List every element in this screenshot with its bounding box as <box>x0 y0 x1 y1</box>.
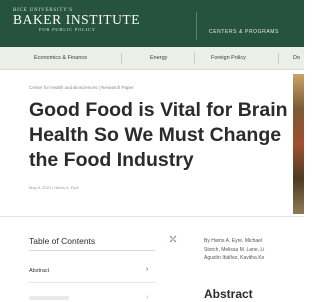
toc-item-truncated[interactable] <box>29 296 69 300</box>
site-logo[interactable]: RICE UNIVERSITY'S BAKER INSTITUTE FOR PU… <box>13 8 140 32</box>
chevron-right-icon[interactable]: › <box>146 266 148 273</box>
nav-item-energy[interactable]: Energy <box>150 55 167 61</box>
nav-separator <box>194 53 195 64</box>
abstract-heading: Abstract <box>204 287 253 301</box>
toc-divider <box>29 250 155 251</box>
nav-item-truncated[interactable]: Do <box>293 55 300 61</box>
article-meta: May 8, 2023 | Harris A. Eyre <box>29 185 79 190</box>
chevron-right-icon[interactable]: › <box>146 294 148 301</box>
toc-item-divider <box>29 282 155 283</box>
author-line: By Harris A. Eyre, Michael <box>204 238 263 244</box>
nav-separator <box>121 53 122 64</box>
author-line: Storch, Melissa M. Lane, Li <box>204 246 265 253</box>
header-divider <box>196 12 197 40</box>
nav-item-economics[interactable]: Economics & Finance <box>34 55 87 61</box>
article-title: Good Food is Vital for Brain Health So W… <box>29 99 288 171</box>
site-header: RICE UNIVERSITY'S BAKER INSTITUTE FOR PU… <box>0 0 304 47</box>
main-nav: Economics & Finance Energy Foreign Polic… <box>0 47 304 70</box>
section-divider <box>0 216 304 217</box>
toc-item-abstract[interactable]: Abstract <box>29 268 49 274</box>
logo-wordmark: BAKER INSTITUTE <box>13 12 141 27</box>
logo-tagline: FOR PUBLIC POLICY <box>39 27 96 32</box>
nav-separator <box>278 53 279 64</box>
author-line: Agustín Ibáñez, Kavitha Ko <box>204 255 265 261</box>
collapse-icon[interactable] <box>168 234 178 244</box>
nav-item-foreign-policy[interactable]: Foreign Policy <box>211 55 246 61</box>
centers-programs-link[interactable]: CENTERS & PROGRAMS <box>209 29 279 35</box>
toc-title: Table of Contents <box>29 236 96 246</box>
hero-image <box>293 74 304 214</box>
author-list: By Harris A. Eyre, Michael Storch, Melis… <box>204 237 304 263</box>
article-eyebrow[interactable]: Center for Health and Biosciences | Rese… <box>29 85 133 90</box>
